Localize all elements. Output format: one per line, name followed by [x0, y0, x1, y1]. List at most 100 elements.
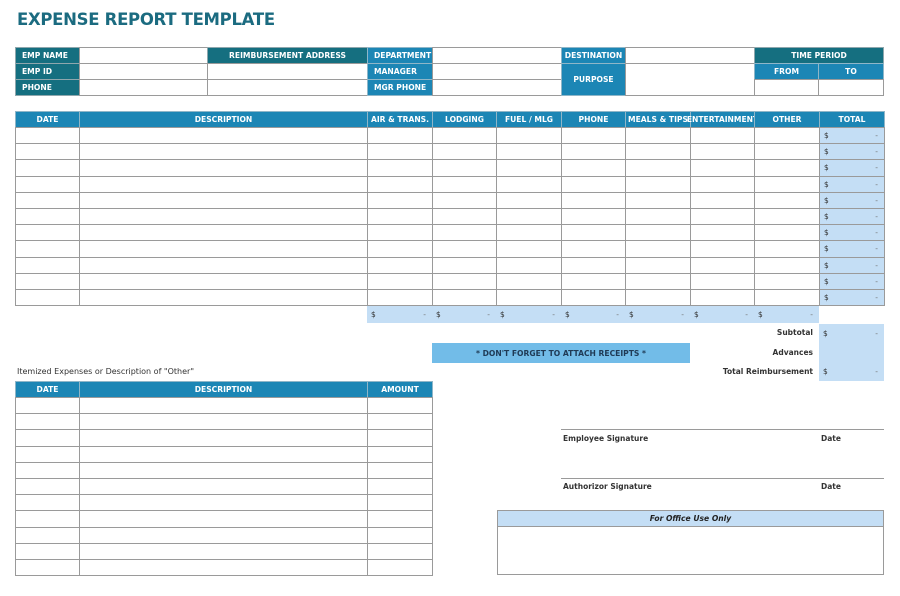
- itemized-cell[interactable]: [367, 397, 433, 415]
- address-line-1-field[interactable]: [207, 63, 368, 80]
- itemized-cell[interactable]: [15, 542, 80, 560]
- expense-cell[interactable]: [625, 175, 691, 193]
- expense-cell[interactable]: [754, 159, 820, 177]
- expense-cell[interactable]: [367, 256, 433, 274]
- expense-cell[interactable]: [367, 240, 433, 258]
- expense-cell[interactable]: [79, 175, 368, 193]
- expense-cell[interactable]: [754, 256, 820, 274]
- expense-cell[interactable]: [79, 240, 368, 258]
- expense-cell[interactable]: [367, 127, 433, 145]
- itemized-cell[interactable]: [15, 413, 80, 431]
- expense-cell[interactable]: [432, 159, 497, 177]
- expense-cell[interactable]: [690, 127, 755, 145]
- expense-cell[interactable]: [15, 240, 80, 258]
- expense-cell[interactable]: [754, 175, 820, 193]
- address-line-2-field[interactable]: [207, 79, 368, 96]
- itemized-cell[interactable]: [79, 494, 368, 512]
- expense-cell[interactable]: [15, 224, 80, 242]
- expense-cell[interactable]: [625, 143, 691, 161]
- expense-cell[interactable]: [367, 159, 433, 177]
- expense-cell[interactable]: [754, 272, 820, 290]
- itemized-cell[interactable]: [367, 559, 433, 577]
- expense-cell[interactable]: [561, 159, 626, 177]
- expense-cell[interactable]: [15, 208, 80, 226]
- expense-cell[interactable]: [367, 224, 433, 242]
- expense-cell[interactable]: [15, 289, 80, 307]
- expense-cell[interactable]: [561, 272, 626, 290]
- expense-cell[interactable]: [690, 208, 755, 226]
- itemized-cell[interactable]: [79, 478, 368, 496]
- expense-cell[interactable]: [432, 256, 497, 274]
- expense-cell[interactable]: [625, 127, 691, 145]
- itemized-cell[interactable]: [15, 429, 80, 447]
- expense-cell[interactable]: [496, 208, 562, 226]
- emp-name-field[interactable]: [79, 47, 208, 64]
- expense-cell[interactable]: [690, 272, 755, 290]
- phone-field[interactable]: [79, 79, 208, 96]
- expense-cell[interactable]: [690, 256, 755, 274]
- expense-cell[interactable]: [432, 175, 497, 193]
- itemized-cell[interactable]: [79, 510, 368, 528]
- expense-cell[interactable]: [367, 175, 433, 193]
- expense-cell[interactable]: [625, 240, 691, 258]
- expense-cell[interactable]: [496, 191, 562, 209]
- itemized-cell[interactable]: [79, 429, 368, 447]
- expense-cell[interactable]: [79, 159, 368, 177]
- expense-cell[interactable]: [432, 127, 497, 145]
- expense-cell[interactable]: [15, 191, 80, 209]
- expense-cell[interactable]: [432, 272, 497, 290]
- expense-cell[interactable]: [690, 240, 755, 258]
- manager-field[interactable]: [432, 63, 562, 80]
- expense-cell[interactable]: [15, 127, 80, 145]
- expense-cell[interactable]: [561, 127, 626, 145]
- expense-cell[interactable]: [367, 289, 433, 307]
- expense-cell[interactable]: [496, 272, 562, 290]
- expense-cell[interactable]: [690, 289, 755, 307]
- itemized-cell[interactable]: [15, 478, 80, 496]
- expense-cell[interactable]: [79, 224, 368, 242]
- expense-cell[interactable]: [754, 127, 820, 145]
- itemized-cell[interactable]: [15, 397, 80, 415]
- expense-cell[interactable]: [754, 240, 820, 258]
- expense-cell[interactable]: [561, 208, 626, 226]
- expense-cell[interactable]: [690, 175, 755, 193]
- itemized-cell[interactable]: [367, 445, 433, 463]
- department-field[interactable]: [432, 47, 562, 64]
- expense-cell[interactable]: [496, 143, 562, 161]
- expense-cell[interactable]: [496, 256, 562, 274]
- expense-cell[interactable]: [15, 143, 80, 161]
- itemized-cell[interactable]: [367, 461, 433, 479]
- itemized-cell[interactable]: [79, 397, 368, 415]
- expense-cell[interactable]: [367, 208, 433, 226]
- itemized-cell[interactable]: [79, 542, 368, 560]
- expense-cell[interactable]: [561, 240, 626, 258]
- itemized-cell[interactable]: [79, 461, 368, 479]
- to-date-field[interactable]: [818, 79, 884, 96]
- expense-cell[interactable]: [432, 191, 497, 209]
- expense-cell[interactable]: [79, 191, 368, 209]
- expense-cell[interactable]: [625, 256, 691, 274]
- expense-cell[interactable]: [496, 175, 562, 193]
- expense-cell[interactable]: [432, 208, 497, 226]
- expense-cell[interactable]: [15, 175, 80, 193]
- itemized-cell[interactable]: [367, 510, 433, 528]
- expense-cell[interactable]: [754, 191, 820, 209]
- expense-cell[interactable]: [561, 256, 626, 274]
- expense-cell[interactable]: [690, 191, 755, 209]
- expense-cell[interactable]: [15, 272, 80, 290]
- expense-cell[interactable]: [561, 143, 626, 161]
- itemized-cell[interactable]: [15, 526, 80, 544]
- expense-cell[interactable]: [690, 224, 755, 242]
- mgr-phone-field[interactable]: [432, 79, 562, 96]
- expense-cell[interactable]: [79, 127, 368, 145]
- itemized-cell[interactable]: [79, 413, 368, 431]
- expense-cell[interactable]: [367, 191, 433, 209]
- itemized-cell[interactable]: [367, 429, 433, 447]
- expense-cell[interactable]: [625, 272, 691, 290]
- expense-cell[interactable]: [625, 224, 691, 242]
- destination-field[interactable]: [625, 47, 755, 64]
- emp-id-field[interactable]: [79, 63, 208, 80]
- itemized-cell[interactable]: [367, 413, 433, 431]
- itemized-cell[interactable]: [79, 526, 368, 544]
- expense-cell[interactable]: [367, 143, 433, 161]
